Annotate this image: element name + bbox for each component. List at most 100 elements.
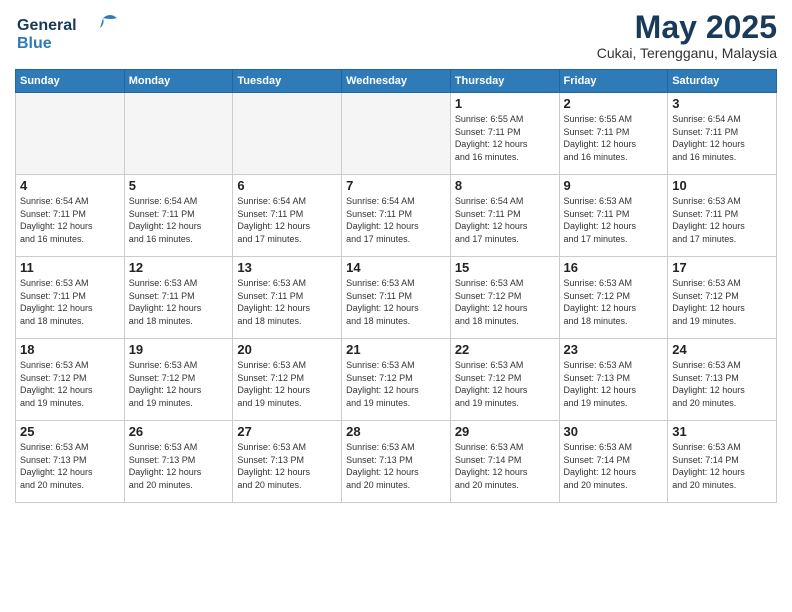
day-number: 2 xyxy=(564,96,664,111)
header-thursday: Thursday xyxy=(450,70,559,93)
day-info: Sunrise: 6:53 AM Sunset: 7:11 PM Dayligh… xyxy=(237,277,337,327)
calendar-cell: 4 Sunrise: 6:54 AM Sunset: 7:11 PM Daylig… xyxy=(16,175,125,257)
day-info: Sunrise: 6:55 AM Sunset: 7:11 PM Dayligh… xyxy=(455,113,555,163)
calendar-header-row: Sunday Monday Tuesday Wednesday Thursday… xyxy=(16,70,777,93)
day-info: Sunrise: 6:54 AM Sunset: 7:11 PM Dayligh… xyxy=(20,195,120,245)
calendar-cell: 9 Sunrise: 6:53 AM Sunset: 7:11 PM Daylig… xyxy=(559,175,668,257)
day-number: 16 xyxy=(564,260,664,275)
day-info: Sunrise: 6:53 AM Sunset: 7:12 PM Dayligh… xyxy=(237,359,337,409)
day-number: 4 xyxy=(20,178,120,193)
calendar-cell: 11 Sunrise: 6:53 AM Sunset: 7:11 PM Dayli… xyxy=(16,257,125,339)
calendar-cell: 6 Sunrise: 6:54 AM Sunset: 7:11 PM Daylig… xyxy=(233,175,342,257)
day-number: 30 xyxy=(564,424,664,439)
header-tuesday: Tuesday xyxy=(233,70,342,93)
location-subtitle: Cukai, Terengganu, Malaysia xyxy=(597,45,777,61)
day-number: 12 xyxy=(129,260,229,275)
header-sunday: Sunday xyxy=(16,70,125,93)
day-info: Sunrise: 6:53 AM Sunset: 7:12 PM Dayligh… xyxy=(564,277,664,327)
calendar-cell: 26 Sunrise: 6:53 AM Sunset: 7:13 PM Dayli… xyxy=(124,421,233,503)
day-number: 25 xyxy=(20,424,120,439)
calendar-cell: 30Sunrise: 6:53 AM Sunset: 7:14 PM Dayli… xyxy=(559,421,668,503)
header: General Blue May 2025 Cukai, Terengganu,… xyxy=(15,10,777,61)
calendar-cell: 13 Sunrise: 6:53 AM Sunset: 7:11 PM Dayli… xyxy=(233,257,342,339)
logo-svg: General Blue xyxy=(15,10,125,55)
header-monday: Monday xyxy=(124,70,233,93)
day-number: 3 xyxy=(672,96,772,111)
calendar-cell: 5 Sunrise: 6:54 AM Sunset: 7:11 PM Daylig… xyxy=(124,175,233,257)
calendar-cell: 16 Sunrise: 6:53 AM Sunset: 7:12 PM Dayli… xyxy=(559,257,668,339)
day-info: Sunrise: 6:54 AM Sunset: 7:11 PM Dayligh… xyxy=(237,195,337,245)
day-info: Sunrise: 6:53 AM Sunset: 7:12 PM Dayligh… xyxy=(20,359,120,409)
day-number: 8 xyxy=(455,178,555,193)
calendar-cell: 3 Sunrise: 6:54 AM Sunset: 7:11 PM Daylig… xyxy=(668,93,777,175)
calendar-cell: 20Sunrise: 6:53 AM Sunset: 7:12 PM Dayli… xyxy=(233,339,342,421)
day-number: 11 xyxy=(20,260,120,275)
header-friday: Friday xyxy=(559,70,668,93)
day-number: 1 xyxy=(455,96,555,111)
day-number: 17 xyxy=(672,260,772,275)
day-info: Sunrise: 6:53 AM Sunset: 7:11 PM Dayligh… xyxy=(564,195,664,245)
calendar-cell: 8 Sunrise: 6:54 AM Sunset: 7:11 PM Daylig… xyxy=(450,175,559,257)
day-info: Sunrise: 6:53 AM Sunset: 7:13 PM Dayligh… xyxy=(129,441,229,491)
day-info: Sunrise: 6:54 AM Sunset: 7:11 PM Dayligh… xyxy=(455,195,555,245)
calendar-cell: 25 Sunrise: 6:53 AM Sunset: 7:13 PM Dayli… xyxy=(16,421,125,503)
header-saturday: Saturday xyxy=(668,70,777,93)
logo: General Blue xyxy=(15,10,125,58)
day-info: Sunrise: 6:53 AM Sunset: 7:11 PM Dayligh… xyxy=(672,195,772,245)
day-number: 15 xyxy=(455,260,555,275)
month-title: May 2025 xyxy=(597,10,777,45)
calendar-cell: 17 Sunrise: 6:53 AM Sunset: 7:12 PM Dayli… xyxy=(668,257,777,339)
day-info: Sunrise: 6:53 AM Sunset: 7:13 PM Dayligh… xyxy=(346,441,446,491)
day-number: 26 xyxy=(129,424,229,439)
calendar-cell: 12 Sunrise: 6:53 AM Sunset: 7:11 PM Dayli… xyxy=(124,257,233,339)
day-number: 18 xyxy=(20,342,120,357)
day-info: Sunrise: 6:53 AM Sunset: 7:11 PM Dayligh… xyxy=(346,277,446,327)
day-info: Sunrise: 6:53 AM Sunset: 7:12 PM Dayligh… xyxy=(455,359,555,409)
day-number: 9 xyxy=(564,178,664,193)
day-info: Sunrise: 6:53 AM Sunset: 7:12 PM Dayligh… xyxy=(129,359,229,409)
page: General Blue May 2025 Cukai, Terengganu,… xyxy=(0,0,792,612)
logo-block: General Blue xyxy=(15,10,125,58)
calendar-cell: 24Sunrise: 6:53 AM Sunset: 7:13 PM Dayli… xyxy=(668,339,777,421)
day-info: Sunrise: 6:53 AM Sunset: 7:12 PM Dayligh… xyxy=(672,277,772,327)
calendar-cell: 31 Sunrise: 6:53 AM Sunset: 7:14 PM Dayli… xyxy=(668,421,777,503)
calendar-cell: 22 Sunrise: 6:53 AM Sunset: 7:12 PM Dayli… xyxy=(450,339,559,421)
calendar-cell: 7Sunrise: 6:54 AM Sunset: 7:11 PM Daylig… xyxy=(342,175,451,257)
day-number: 23 xyxy=(564,342,664,357)
calendar-cell xyxy=(342,93,451,175)
calendar-week-row-1: 4 Sunrise: 6:54 AM Sunset: 7:11 PM Daylig… xyxy=(16,175,777,257)
day-info: Sunrise: 6:55 AM Sunset: 7:11 PM Dayligh… xyxy=(564,113,664,163)
day-info: Sunrise: 6:53 AM Sunset: 7:13 PM Dayligh… xyxy=(672,359,772,409)
day-info: Sunrise: 6:54 AM Sunset: 7:11 PM Dayligh… xyxy=(129,195,229,245)
header-wednesday: Wednesday xyxy=(342,70,451,93)
calendar-cell: 27Sunrise: 6:53 AM Sunset: 7:13 PM Dayli… xyxy=(233,421,342,503)
calendar-cell: 29 Sunrise: 6:53 AM Sunset: 7:14 PM Dayli… xyxy=(450,421,559,503)
day-info: Sunrise: 6:53 AM Sunset: 7:13 PM Dayligh… xyxy=(564,359,664,409)
day-info: Sunrise: 6:53 AM Sunset: 7:14 PM Dayligh… xyxy=(455,441,555,491)
day-number: 19 xyxy=(129,342,229,357)
day-info: Sunrise: 6:53 AM Sunset: 7:13 PM Dayligh… xyxy=(20,441,120,491)
day-info: Sunrise: 6:54 AM Sunset: 7:11 PM Dayligh… xyxy=(346,195,446,245)
title-block: May 2025 Cukai, Terengganu, Malaysia xyxy=(597,10,777,61)
day-info: Sunrise: 6:53 AM Sunset: 7:14 PM Dayligh… xyxy=(672,441,772,491)
calendar-cell: 21Sunrise: 6:53 AM Sunset: 7:12 PM Dayli… xyxy=(342,339,451,421)
calendar-cell: 2 Sunrise: 6:55 AM Sunset: 7:11 PM Daylig… xyxy=(559,93,668,175)
calendar-cell xyxy=(124,93,233,175)
calendar-table: Sunday Monday Tuesday Wednesday Thursday… xyxy=(15,69,777,503)
day-info: Sunrise: 6:54 AM Sunset: 7:11 PM Dayligh… xyxy=(672,113,772,163)
day-info: Sunrise: 6:53 AM Sunset: 7:11 PM Dayligh… xyxy=(129,277,229,327)
day-info: Sunrise: 6:53 AM Sunset: 7:11 PM Dayligh… xyxy=(20,277,120,327)
day-number: 27 xyxy=(237,424,337,439)
day-number: 29 xyxy=(455,424,555,439)
day-number: 22 xyxy=(455,342,555,357)
day-number: 13 xyxy=(237,260,337,275)
calendar-cell: 19 Sunrise: 6:53 AM Sunset: 7:12 PM Dayli… xyxy=(124,339,233,421)
day-number: 31 xyxy=(672,424,772,439)
day-number: 10 xyxy=(672,178,772,193)
calendar-cell xyxy=(16,93,125,175)
calendar-week-row-0: 1 Sunrise: 6:55 AM Sunset: 7:11 PM Daylig… xyxy=(16,93,777,175)
svg-text:General: General xyxy=(17,17,77,34)
day-number: 5 xyxy=(129,178,229,193)
calendar-week-row-3: 18 Sunrise: 6:53 AM Sunset: 7:12 PM Dayli… xyxy=(16,339,777,421)
day-number: 6 xyxy=(237,178,337,193)
